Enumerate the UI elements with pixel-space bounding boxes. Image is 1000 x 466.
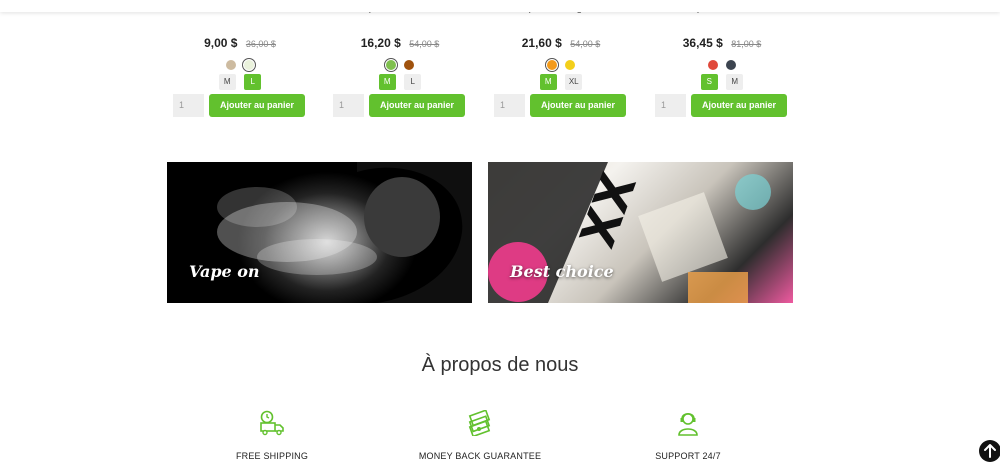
add-to-cart-button[interactable]: Ajouter au panier	[369, 94, 465, 117]
bottles-image: XX	[488, 162, 771, 303]
promo-banner-best-choice[interactable]: XX Best choice	[488, 162, 793, 303]
banner-title: Best choice	[510, 262, 614, 281]
size-option[interactable]: L	[404, 74, 422, 90]
money-icon	[468, 410, 491, 436]
product-old-price: 36,00 $	[245, 39, 276, 49]
add-to-cart-button[interactable]: Ajouter au panier	[209, 94, 305, 117]
size-option[interactable]: M	[378, 74, 396, 90]
quantity-input[interactable]: 1	[494, 94, 525, 117]
product-old-price: 54,00 $	[409, 39, 440, 49]
product-price: 16,20 $	[360, 36, 401, 50]
color-swatch[interactable]	[544, 57, 559, 72]
smoke-image	[217, 162, 472, 303]
color-swatch[interactable]	[726, 59, 737, 70]
feature-label: FREE SHIPPING	[235, 451, 309, 461]
size-option[interactable]: L	[244, 74, 262, 90]
color-swatch[interactable]	[383, 57, 398, 72]
quantity-input[interactable]: 1	[655, 94, 686, 117]
color-swatch[interactable]	[404, 59, 415, 70]
size-option[interactable]: M	[539, 74, 557, 90]
product-price: 21,60 $	[521, 36, 562, 50]
size-option[interactable]: S	[700, 74, 718, 90]
color-swatch[interactable]	[225, 59, 236, 70]
promo-banner-vape-on[interactable]: Vape on	[167, 162, 472, 303]
size-option[interactable]: M	[726, 74, 744, 90]
color-swatch[interactable]	[565, 59, 576, 70]
feature-label: MONEY BACK GUARANTEE	[418, 451, 542, 461]
banner-title: Vape on	[189, 262, 260, 281]
top-header-bar	[0, 0, 1000, 12]
feature-support: SUPPORT 24/7	[598, 410, 778, 461]
feature-free-shipping: FREE SHIPPING	[182, 410, 362, 461]
color-swatch[interactable]	[242, 57, 257, 72]
about-title: À propos de nous	[421, 354, 579, 376]
feature-label: SUPPORT 24/7	[655, 451, 721, 461]
product-old-price: 54,00 $	[570, 39, 601, 49]
add-to-cart-button[interactable]: Ajouter au panier	[530, 94, 626, 117]
quantity-input[interactable]: 1	[173, 94, 204, 117]
scroll-top-button[interactable]	[979, 440, 1000, 462]
feature-money-back: MONEY BACK GUARANTEE	[390, 410, 570, 461]
size-option[interactable]: M	[218, 74, 236, 90]
color-swatch[interactable]	[707, 59, 718, 70]
product-price: 36,45 $	[682, 36, 723, 50]
truck-icon	[260, 410, 284, 436]
product-old-price: 81,00 $	[731, 39, 762, 49]
product-price: 9,00 $	[204, 36, 238, 50]
arrow-up-icon	[984, 444, 996, 458]
add-to-cart-button[interactable]: Ajouter au panier	[691, 94, 787, 117]
quantity-input[interactable]: 1	[333, 94, 364, 117]
size-option[interactable]: XL	[565, 74, 583, 90]
support-icon	[678, 412, 698, 436]
